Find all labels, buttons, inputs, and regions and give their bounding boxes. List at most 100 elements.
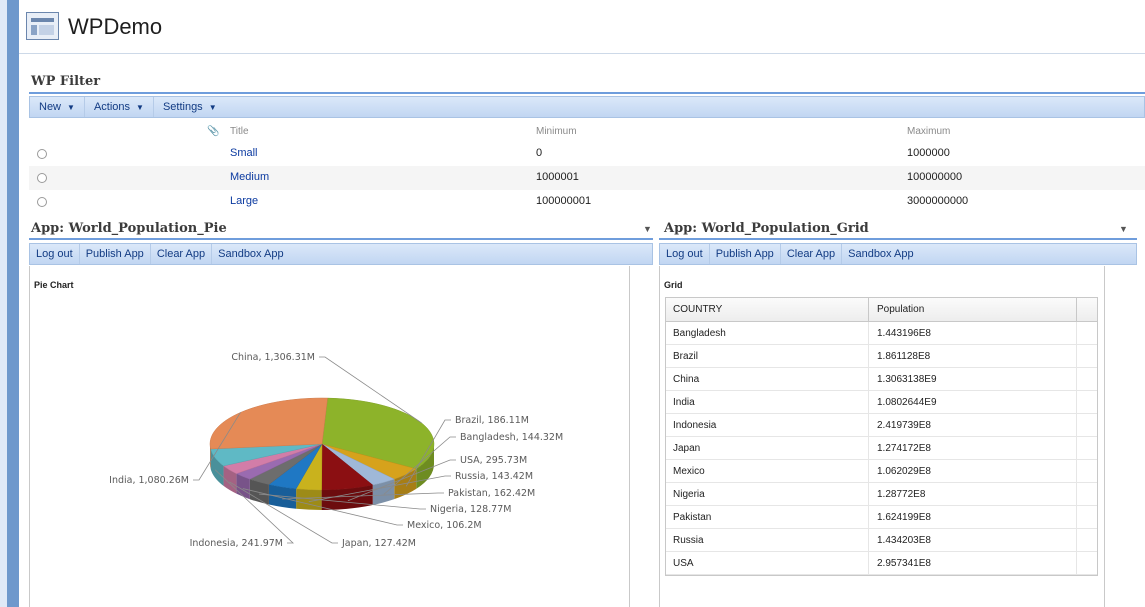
- grid-app-menu-icon[interactable]: ▼: [1119, 224, 1128, 234]
- population-cell: 1.434203E8: [869, 529, 1077, 551]
- grid-app-toolbar: Log out Publish App Clear App Sandbox Ap…: [659, 243, 1137, 265]
- country-cell: Bangladesh: [666, 322, 869, 344]
- population-cell: 1.28772E8: [869, 483, 1077, 505]
- site-logo-icon: [26, 12, 59, 40]
- table-row[interactable]: Pakistan 1.624199E8: [666, 506, 1097, 529]
- left-edge: [0, 0, 7, 607]
- grid-header-row: COUNTRY Population: [666, 298, 1097, 322]
- row-title-link[interactable]: Small: [230, 147, 258, 159]
- table-row[interactable]: Japan 1.274172E8: [666, 437, 1097, 460]
- column-maximum[interactable]: Maximum: [907, 126, 950, 137]
- chevron-down-icon: ▼: [208, 102, 217, 112]
- log-out-button[interactable]: Log out: [30, 244, 80, 264]
- column-country[interactable]: COUNTRY: [666, 298, 869, 321]
- publish-app-button[interactable]: Publish App: [80, 244, 151, 264]
- table-row[interactable]: USA 2.957341E8: [666, 552, 1097, 575]
- chevron-down-icon: ▼: [67, 102, 75, 112]
- log-out-button[interactable]: Log out: [660, 244, 710, 264]
- row-minimum: 0: [536, 147, 543, 159]
- table-row[interactable]: Indonesia 2.419739E8: [666, 414, 1097, 437]
- table-row[interactable]: Brazil 1.861128E8: [666, 345, 1097, 368]
- pie-app-divider: [29, 238, 653, 240]
- table-row[interactable]: Russia 1.434203E8: [666, 529, 1097, 552]
- column-title[interactable]: Title: [230, 126, 249, 137]
- pie-app-menu-icon[interactable]: ▼: [643, 224, 652, 234]
- column-population[interactable]: Population: [869, 298, 1077, 321]
- pie-label: Russia, 143.42M: [455, 471, 533, 482]
- pie-app-title: App: World_Population_Pie: [31, 221, 227, 236]
- pie-label: China, 1,306.31M: [231, 352, 315, 363]
- country-cell: Indonesia: [666, 414, 869, 436]
- table-row[interactable]: Bangladesh 1.443196E8: [666, 322, 1097, 345]
- population-cell: 1.274172E8: [869, 437, 1077, 459]
- new-menu[interactable]: New ▼: [30, 97, 85, 117]
- population-cell: 2.419739E8: [869, 414, 1077, 436]
- grid-app-title: App: World_Population_Grid: [664, 221, 869, 236]
- row-select-radio[interactable]: [37, 173, 47, 183]
- country-cell: China: [666, 368, 869, 390]
- table-row[interactable]: India 1.0802644E9: [666, 391, 1097, 414]
- filter-header-row: 📎 Title Minimum Maximum: [29, 122, 1145, 142]
- country-cell: Japan: [666, 437, 869, 459]
- table-row[interactable]: Mexico 1.062029E8: [666, 460, 1097, 483]
- pie-panel-title: Pie Chart: [34, 280, 74, 290]
- country-cell: Brazil: [666, 345, 869, 367]
- pie-label: Japan, 127.42M: [341, 538, 416, 549]
- country-cell: India: [666, 391, 869, 413]
- wp-filter-title: WP Filter: [31, 74, 101, 89]
- wp-filter-divider: [29, 92, 1145, 94]
- pie-label: Indonesia, 241.97M: [190, 538, 283, 549]
- publish-app-button[interactable]: Publish App: [710, 244, 781, 264]
- column-minimum[interactable]: Minimum: [536, 126, 577, 137]
- sandbox-app-button[interactable]: Sandbox App: [212, 244, 289, 264]
- pie-label: Bangladesh, 144.32M: [460, 432, 563, 443]
- pie-label: Brazil, 186.11M: [455, 415, 529, 426]
- population-cell: 1.0802644E9: [869, 391, 1077, 413]
- sandbox-app-button[interactable]: Sandbox App: [842, 244, 919, 264]
- site-header: [19, 0, 1145, 54]
- row-maximum: 100000000: [907, 171, 963, 183]
- row-maximum: 1000000: [907, 147, 950, 159]
- population-grid: COUNTRY Population Bangladesh 1.443196E8 B…: [665, 297, 1098, 576]
- pie-label: India, 1,080.26M: [109, 475, 189, 486]
- pie-label: USA, 295.73M: [460, 455, 527, 466]
- clear-app-button[interactable]: Clear App: [781, 244, 843, 264]
- row-title-link[interactable]: Large: [230, 195, 258, 207]
- settings-menu[interactable]: Settings ▼: [154, 97, 226, 117]
- row-title-link[interactable]: Medium: [230, 171, 269, 183]
- country-cell: Russia: [666, 529, 869, 551]
- grid-panel-title: Grid: [664, 280, 683, 290]
- population-cell: 1.3063138E9: [869, 368, 1077, 390]
- clear-app-button[interactable]: Clear App: [151, 244, 213, 264]
- row-maximum: 3000000000: [907, 195, 969, 207]
- site-title[interactable]: WPDemo: [68, 14, 162, 40]
- country-cell: Nigeria: [666, 483, 869, 505]
- quick-launch-strip: [7, 0, 19, 607]
- population-cell: 1.062029E8: [869, 460, 1077, 482]
- population-cell: 2.957341E8: [869, 552, 1077, 574]
- population-cell: 1.443196E8: [869, 322, 1077, 344]
- country-cell: Pakistan: [666, 506, 869, 528]
- attachment-icon: 📎: [207, 126, 220, 137]
- row-select-radio[interactable]: [37, 149, 47, 159]
- filter-row: Large 100000001 3000000000: [29, 190, 1145, 214]
- pie-chart: China, 1,306.31M Brazil, 186.11M Banglades…: [109, 352, 563, 549]
- row-minimum: 100000001: [536, 195, 592, 207]
- pie-slice-india[interactable]: [209, 397, 328, 450]
- chevron-down-icon: ▼: [136, 102, 144, 112]
- filter-row: Small 0 1000000: [29, 142, 1145, 166]
- population-cell: 1.861128E8: [869, 345, 1077, 367]
- pie-app-toolbar: Log out Publish App Clear App Sandbox Ap…: [29, 243, 653, 265]
- pie-label: Pakistan, 162.42M: [448, 488, 535, 499]
- actions-menu[interactable]: Actions ▼: [85, 97, 154, 117]
- pie-label: Nigeria, 128.77M: [430, 504, 511, 515]
- grid-body: Bangladesh 1.443196E8 Brazil 1.861128E8 Chin…: [666, 322, 1097, 575]
- table-row[interactable]: China 1.3063138E9: [666, 368, 1097, 391]
- filter-row: Medium 1000001 100000000: [29, 166, 1145, 190]
- wp-filter-toolbar: New ▼ Actions ▼ Settings ▼: [29, 96, 1145, 118]
- country-cell: USA: [666, 552, 869, 574]
- row-minimum: 1000001: [536, 171, 579, 183]
- row-select-radio[interactable]: [37, 197, 47, 207]
- table-row[interactable]: Nigeria 1.28772E8: [666, 483, 1097, 506]
- grid-app-divider: [659, 238, 1137, 240]
